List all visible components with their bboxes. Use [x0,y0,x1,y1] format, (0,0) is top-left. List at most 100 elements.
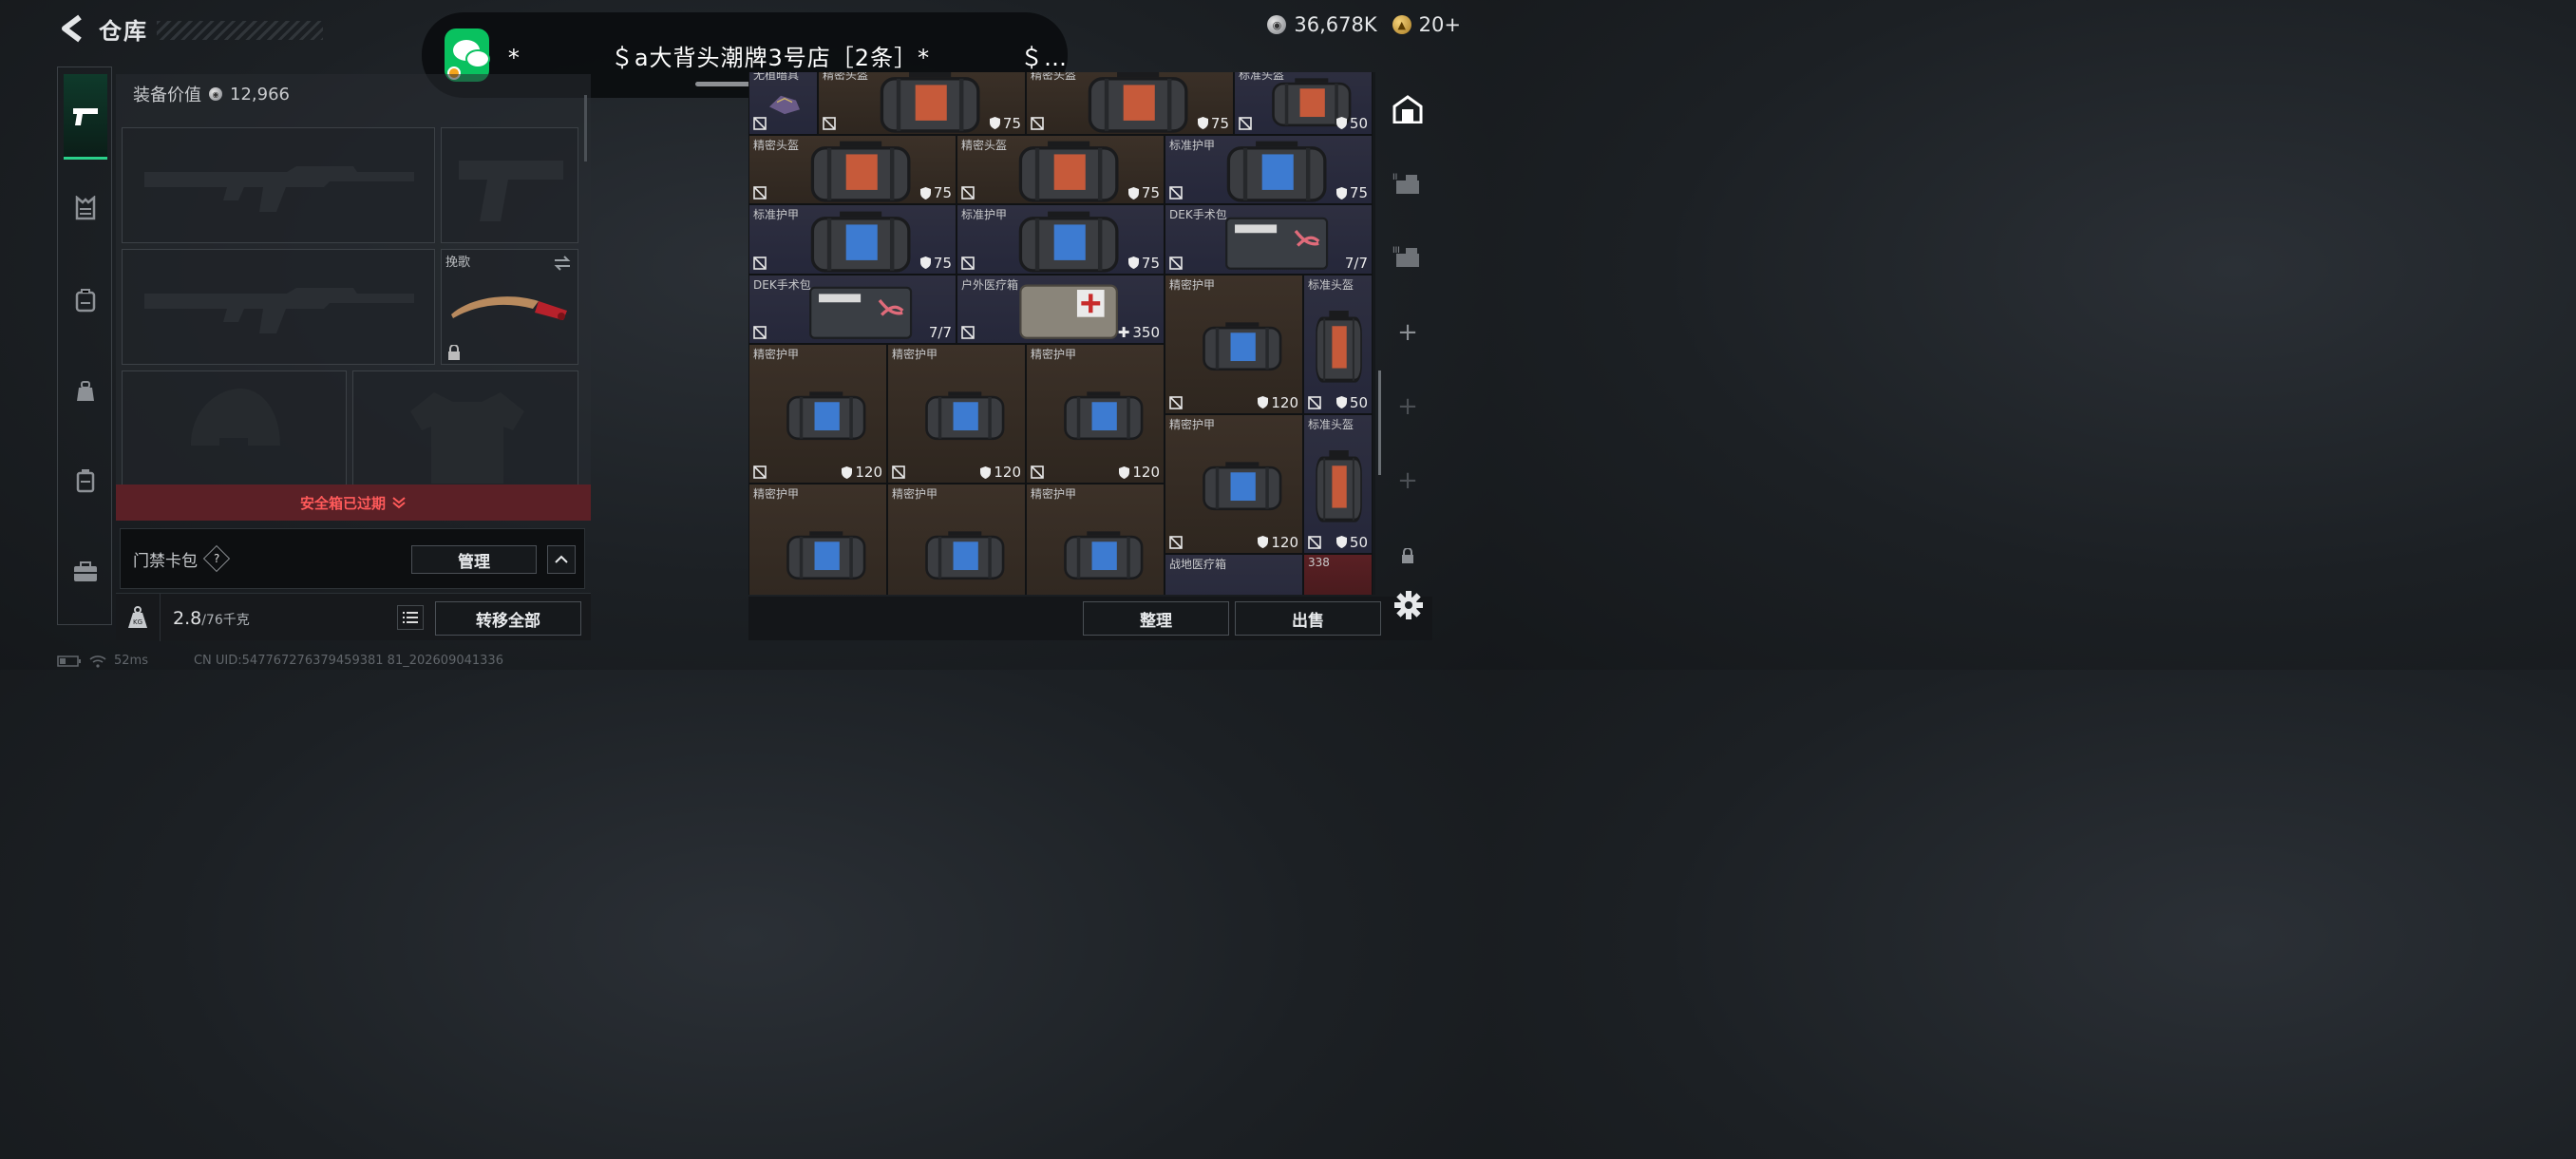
rail-vest-tab[interactable] [64,186,107,230]
helmet-slot[interactable] [122,370,347,486]
inventory-item[interactable]: 精密护甲 [887,484,1026,595]
page-title: 仓库 [99,17,148,45]
inventory-item[interactable]: 精密头盔 75 [1026,72,1234,135]
list-icon [403,612,418,623]
warehouse-tab-3[interactable]: III [1383,235,1432,278]
rifle-silhouette-icon [144,166,414,212]
inventory-item[interactable]: 标准头盔 50 [1303,413,1373,554]
melee-slot[interactable]: 挽歌 [441,249,578,365]
item-name: 标准护甲 [961,208,1008,221]
warehouse-tab-2[interactable]: II [1383,162,1432,205]
shield-icon [1335,117,1347,129]
chevron-up-icon [555,555,568,563]
melee-name: 挽歌 [445,256,471,270]
swap-icon[interactable] [553,256,572,271]
lock-icon [1383,534,1432,578]
rail-case-tab[interactable] [64,550,107,594]
add-tab-plus-icon[interactable]: + [1383,311,1432,354]
warehouse-grid: 无植暗具 精密头盔 75 精密头盔 75 标准头盔 50 精密头盔 75 精密头盔 75 标准护甲 75… [748,72,1375,595]
inventory-item[interactable]: 精密头盔 75 [957,134,1165,204]
item-stat: 7/7 [928,324,952,341]
weight-icon: KG [116,594,161,641]
inventory-item[interactable]: 标准头盔 50 [1234,72,1373,135]
sort-button[interactable]: 整理 [1083,601,1229,636]
keycard-pack-label: 门禁卡包 [133,551,198,571]
shield-icon [1127,256,1139,269]
warehouse-tabs-rail: II III + + + [1383,68,1432,597]
shield-icon [1197,117,1208,129]
inventory-item[interactable]: 标准护甲 75 [748,204,957,275]
inventory-item[interactable]: 战地医疗箱 [1165,553,1303,595]
collapse-button[interactable] [547,545,576,574]
inventory-item[interactable]: 标准头盔 50 [1303,274,1373,414]
inventory-item[interactable]: 精密护甲 [1026,484,1165,595]
help-icon[interactable]: ? [202,544,231,573]
inventory-item[interactable]: 精密护甲 120 [748,344,887,484]
gold-coin-icon: ▲ [1392,15,1411,34]
sell-button[interactable]: 出售 [1235,601,1381,636]
manage-button[interactable]: 管理 [411,545,537,574]
silver-coin-icon: ◉ [209,87,222,101]
no-drop-icon [1239,116,1252,130]
back-arrow-icon[interactable] [57,11,85,46]
gear-bag-icon [786,531,866,580]
inventory-item[interactable]: 户外医疗箱 ✚ 350 [957,274,1165,344]
inventory-item[interactable]: DEK手术包 7/7 [1165,204,1373,275]
gold-amount[interactable]: 20+ [1419,13,1461,36]
rail-container-tab[interactable] [64,459,107,503]
item-stat: 120 [1258,534,1298,551]
inventory-item[interactable]: 精密护甲 120 [1026,344,1165,484]
rail-backpack-tab[interactable] [64,278,107,322]
inventory-item[interactable]: 标准护甲 75 [957,204,1165,275]
item-stat: 120 [842,464,882,481]
primary-weapon-slot[interactable] [122,127,435,243]
inventory-item[interactable]: 精密护甲 120 [1165,274,1303,414]
gear-bag-icon [1089,72,1188,133]
item-name: 精密护甲 [753,487,800,501]
item-stat: 7/7 [1344,254,1368,272]
item-name: 精密头盔 [1031,72,1077,82]
rail-weapons-tab[interactable] [64,74,107,160]
gear-bag-icon [925,531,1005,580]
inventory-item[interactable]: 精密护甲 [748,484,887,595]
item-name: 标准头盔 [1308,277,1354,292]
container-icon [76,469,95,493]
gear-bag-icon [1316,310,1362,383]
inventory-item[interactable]: 精密头盔 75 [748,134,957,204]
item-name: 精密护甲 [892,487,938,501]
no-drop-icon [823,116,836,130]
inventory-item[interactable]: 精密头盔 75 [818,72,1026,135]
inventory-item[interactable]: 精密护甲 120 [1165,413,1303,554]
equipment-scrollbar[interactable] [584,95,587,162]
battery-icon [57,655,81,667]
chevron-down-icon [392,497,406,509]
inventory-item[interactable]: DEK手术包 7/7 [748,274,957,344]
list-view-button[interactable] [397,605,424,630]
inventory-item[interactable]: 标准护甲 75 [1165,134,1373,204]
inventory-item[interactable]: 338 [1303,553,1373,595]
secondary-weapon-slot[interactable] [122,249,435,365]
no-drop-icon [1308,395,1321,409]
settings-gear-icon[interactable] [1392,589,1425,621]
gear-bag-icon [1019,141,1119,202]
armor-silhouette-icon [410,392,524,484]
shield-icon [919,256,931,269]
no-drop-icon [1308,535,1321,549]
briefcase-icon [74,561,97,581]
inventory-item[interactable]: 无植暗具 [748,72,818,135]
transfer-all-button[interactable]: 转移全部 [435,601,581,636]
armor-slot[interactable] [352,370,578,486]
item-name: 精密头盔 [823,72,869,82]
inventory-item[interactable]: 精密护甲 120 [887,344,1026,484]
warehouse-home-tab[interactable] [1383,87,1432,131]
item-name: 标准头盔 [1308,417,1354,431]
gear-bag-icon [881,72,980,133]
safe-box-bar[interactable]: 安全箱已过期 [116,484,591,521]
gear-bag-icon [811,141,911,202]
plus-icon: ✚ [1117,324,1130,341]
no-drop-icon [1031,116,1044,130]
pistol-slot[interactable] [441,127,578,243]
rail-pouch-tab[interactable] [64,370,107,413]
warehouse-scrollbar[interactable] [1378,370,1381,475]
item-stat: 75 [1335,184,1368,201]
